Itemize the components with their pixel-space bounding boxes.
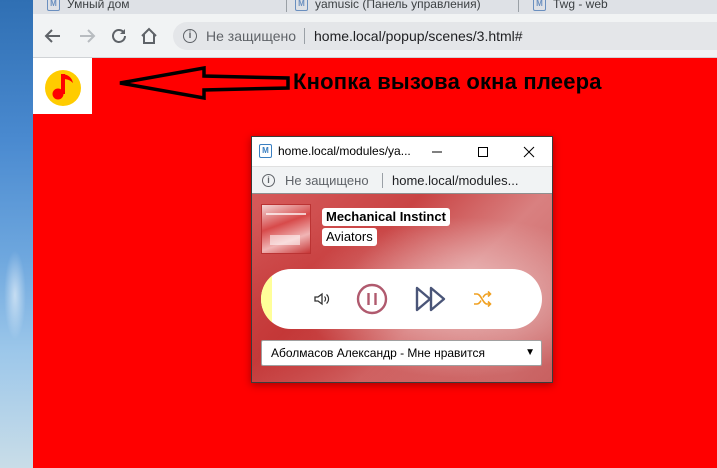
security-label: Не защищено [206,28,296,44]
minimize-button[interactable] [414,137,460,166]
site-favicon-icon: M [295,0,308,11]
dropdown-arrow-icon: ▼ [525,347,535,358]
close-icon [523,146,535,157]
address-url: home.local/popup/scenes/3.html# [314,28,523,44]
playlist-selected-value: Аболмасов Александр - Мне нравится [271,346,485,360]
browser-tab-yamusic[interactable]: M yamusic (Панель управления) [291,0,531,14]
playlist-select[interactable]: Аболмасов Александр - Мне нравится ▼ [261,340,542,366]
next-button[interactable] [411,269,451,329]
tab-label: Twg - web [553,0,608,11]
pause-button[interactable] [355,269,389,329]
info-icon[interactable]: i [262,174,275,187]
volume-button[interactable] [307,269,337,329]
player-launch-button[interactable] [33,58,92,114]
back-button[interactable] [41,24,65,48]
arrow-left-icon [44,29,60,43]
fast-forward-icon [415,286,446,312]
forward-button[interactable] [75,24,99,48]
info-icon[interactable]: i [183,29,197,43]
shuffle-button[interactable] [467,269,497,329]
pause-icon [356,283,388,315]
tab-separator [286,0,287,12]
album-cover [261,204,311,254]
volume-icon [314,292,330,306]
popup-address-bar[interactable]: i Не защищено home.local/modules... [252,166,552,194]
annotation-label: Кнопка вызова окна плеера [293,69,602,94]
address-url: home.local/modules... [392,173,519,188]
arrow-right-icon [80,29,96,43]
reload-icon [112,29,126,43]
desktop-wallpaper [0,0,33,468]
minimize-icon [432,151,442,152]
close-button[interactable] [506,137,552,166]
browser-tabstrip: M Умный дом M yamusic (Панель управления… [33,0,717,14]
shuffle-icon [474,290,492,308]
address-divider [382,173,383,188]
tab-label: yamusic (Панель управления) [315,0,481,11]
reload-button[interactable] [107,24,131,48]
progress-fill[interactable] [261,269,273,329]
tab-label: Умный дом [67,0,130,11]
music-player: Mechanical Instinct Aviators Аболмасов А… [252,194,552,382]
maximize-icon [478,146,488,157]
browser-tab-smart-home[interactable]: M Умный дом [43,0,283,14]
home-button[interactable] [137,24,161,48]
address-divider [304,28,305,44]
home-icon [141,27,157,44]
popup-titlebar[interactable]: M home.local/modules/ya... [252,137,552,166]
yandex-music-icon [44,70,81,106]
security-label: Не защищено [285,173,369,188]
browser-tab-twg[interactable]: M Twg - web [529,0,717,14]
address-bar[interactable]: i Не защищено home.local/popup/scenes/3.… [173,22,717,50]
player-controls [261,269,542,329]
tab-separator [518,0,519,12]
popup-title: home.local/modules/ya... [278,144,411,158]
browser-toolbar: i Не защищено home.local/popup/scenes/3.… [33,14,717,58]
site-favicon-icon: M [259,144,272,158]
player-popup-window: M home.local/modules/ya... i Не защищено… [251,136,553,383]
track-artist: Aviators [322,228,377,246]
track-title: Mechanical Instinct [322,208,450,226]
site-favicon-icon: M [47,0,60,11]
site-favicon-icon: M [533,0,546,11]
maximize-button[interactable] [460,137,506,166]
annotation-arrow-icon [119,66,290,100]
